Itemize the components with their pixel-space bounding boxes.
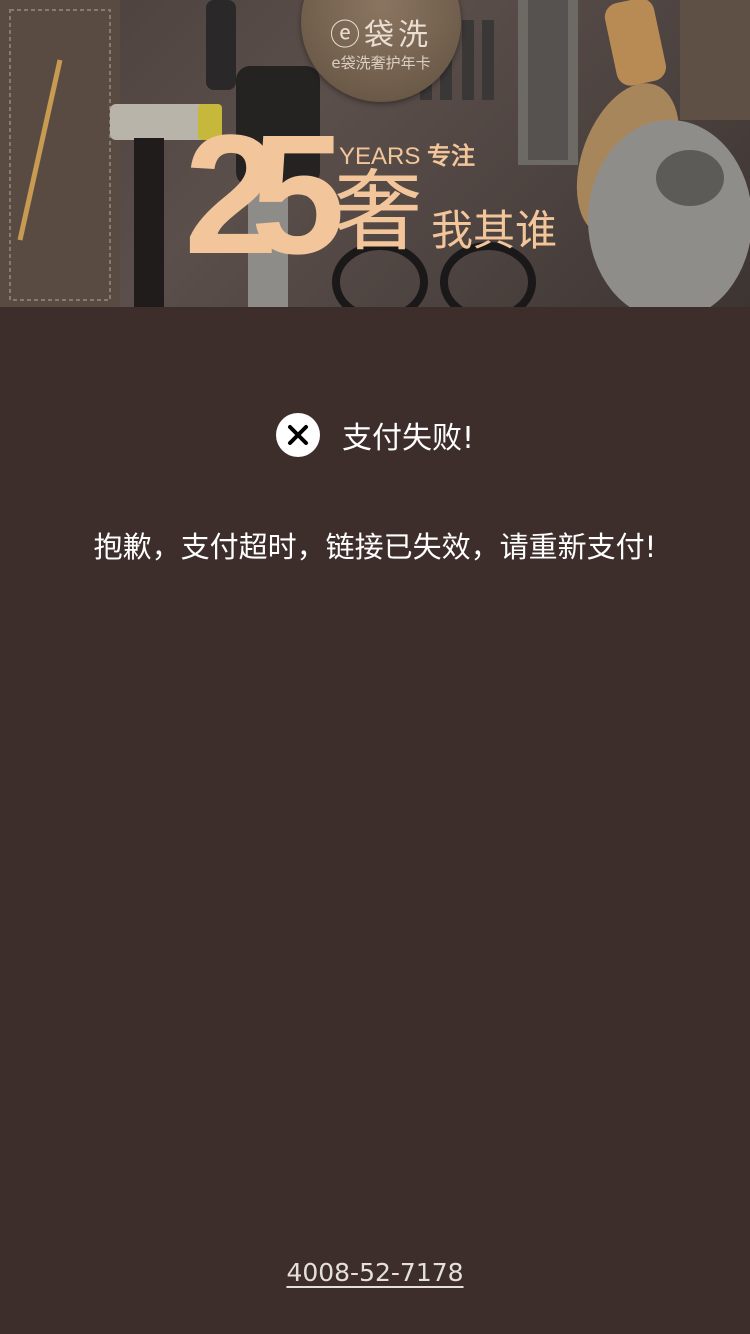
footer: 4008-52-7178: [0, 1258, 750, 1287]
years-suffix: 专注: [427, 143, 476, 170]
brand-subtitle: e袋洗奢护年卡: [331, 54, 431, 72]
payment-result-page: ⓔ袋洗 e袋洗奢护年卡 25 YEARS 专注 奢 我其谁 支付失败! 抱歉，支…: [0, 0, 750, 1334]
years-number: 25: [184, 100, 345, 290]
promo-banner: ⓔ袋洗 e袋洗奢护年卡 25 YEARS 专注 奢 我其谁: [0, 0, 750, 307]
status-message: 抱歉，支付超时，链接已失效，请重新支付!: [93, 530, 657, 564]
customer-service-phone-link[interactable]: 4008-52-7178: [286, 1258, 463, 1287]
brand-logo: ⓔ袋洗: [330, 18, 432, 53]
slogan-tail: 我其谁: [431, 206, 558, 255]
close-circle-icon: [275, 413, 320, 457]
status-title: 支付失败!: [341, 421, 475, 456]
payment-status: 支付失败!: [0, 412, 750, 458]
slogan-big-char: 奢: [334, 160, 423, 263]
